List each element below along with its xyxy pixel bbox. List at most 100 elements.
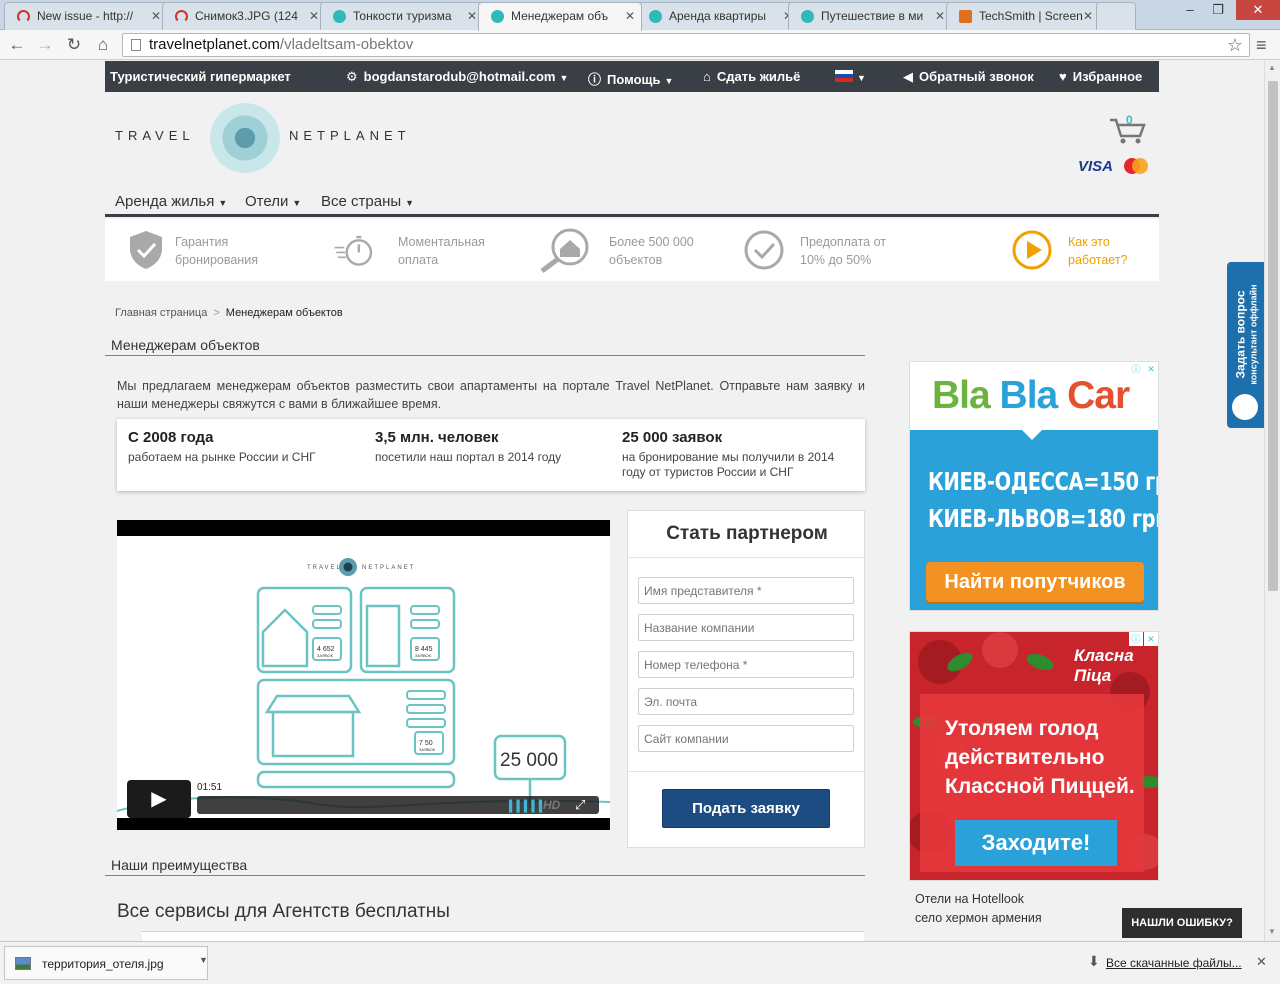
rent-out-label: Сдать жильё — [716, 69, 801, 84]
scroll-thumb[interactable] — [1268, 81, 1278, 591]
representative-name-input[interactable] — [638, 577, 854, 604]
close-icon[interactable]: ✕ — [1083, 3, 1093, 29]
page-scrollbar[interactable]: ▲ ▼ — [1264, 61, 1280, 941]
home-icon[interactable]: ⌂ — [92, 34, 114, 56]
browser-tab[interactable]: TechSmith | Screen ✕ — [946, 2, 1100, 30]
site-topbar: Туристический гипермаркет ⚙ bogdanstarodu… — [105, 61, 1159, 92]
video-progress-bar[interactable]: ▍▍▍▍▍ HD ⤢ — [197, 796, 599, 814]
window-close-icon[interactable]: ✕ — [1236, 0, 1280, 20]
nav-hotels[interactable]: Отели ▼ — [245, 193, 301, 210]
browser-tab[interactable]: Путешествие в ми ✕ — [788, 2, 952, 30]
advantages-title: Наши преимущества — [105, 857, 865, 876]
page-content: Туристический гипермаркет ⚙ bogdanstarodu… — [0, 61, 1264, 941]
language-selector[interactable]: ▼ — [835, 69, 866, 84]
cart-icon[interactable]: 0 — [1108, 113, 1152, 146]
close-icon[interactable]: ✕ — [625, 3, 635, 29]
logo-text-travel: TRAVEL — [115, 128, 195, 143]
video-logo-left: TRAVEL — [307, 565, 342, 571]
download-item[interactable]: территория_отеля.jpg ▼ — [4, 946, 208, 980]
close-icon[interactable]: ✕ — [309, 3, 319, 29]
stat-item: С 2008 года работаем на рынке России и С… — [128, 429, 363, 465]
close-icon[interactable]: ✕ — [935, 3, 945, 29]
address-bar[interactable]: travelnetplanet.com/vladeltsam-obektov ☆ — [122, 33, 1250, 57]
ad-slogan: Утоляем голод действительно Классной Пицце… — [945, 714, 1135, 801]
topbar-shop-title[interactable]: Туристический гипермаркет — [110, 69, 291, 84]
volume-icon[interactable]: ▍▍▍▍▍ — [509, 800, 547, 813]
report-error-button[interactable]: НАШЛИ ОШИБКУ? — [1122, 908, 1242, 938]
forward-icon[interactable]: → — [34, 34, 56, 56]
heart-icon: ♥ — [1059, 69, 1067, 84]
close-icon[interactable]: ✕ — [151, 3, 161, 29]
blablacar-ad[interactable]: ⓘ ✕ Bla Bla Car КИЕВ-ОДЕССА=150 грн. КИЕ… — [909, 361, 1159, 611]
video-count: 7 50 — [419, 740, 433, 747]
nav-all-countries[interactable]: Все страны ▼ — [321, 193, 414, 210]
new-tab-button[interactable] — [1096, 2, 1136, 30]
callback-label: Обратный звонок — [919, 69, 1034, 84]
chevron-down-icon[interactable]: ▼ — [199, 955, 208, 965]
pizza-logo: Класна Піца — [1074, 646, 1134, 686]
consult-line: консультант оффлайн — [1248, 284, 1259, 385]
chat-bubble-icon — [1232, 394, 1258, 420]
ad-close-icon[interactable]: ✕ — [1144, 362, 1158, 376]
consultant-tab[interactable]: Задать вопрос консультант оффлайн — [1227, 262, 1264, 428]
company-site-input[interactable] — [638, 725, 854, 752]
side-link[interactable]: село хермон армения — [915, 909, 1042, 928]
chevron-down-icon: ▼ — [857, 73, 866, 83]
feature-line: бронирования — [175, 253, 258, 267]
browser-tab[interactable]: New issue - http:// ✕ — [4, 2, 168, 30]
divider — [628, 557, 864, 558]
pizza-ad[interactable]: ⓘ ✕ Класна Піца Утоляем голод действительн… — [909, 631, 1159, 881]
maximize-icon[interactable]: ❐ — [1204, 0, 1232, 20]
video-logo-center-icon — [343, 562, 353, 572]
nav-rent-housing[interactable]: Аренда жилья ▼ — [115, 193, 227, 210]
browser-tab[interactable]: Тонкости туризма ✕ — [320, 2, 484, 30]
find-fellow-travellers-button[interactable]: Найти попутчиков — [926, 562, 1144, 602]
play-icon[interactable]: ▶ — [127, 780, 191, 818]
reload-icon[interactable]: ↻ — [63, 34, 85, 56]
minimize-icon[interactable]: – — [1176, 0, 1204, 20]
video-controls: ▶ 01:51 ▍▍▍▍▍ HD ⤢ — [127, 780, 601, 818]
help-menu[interactable]: ⓘ Помощь ▼ — [588, 69, 673, 88]
account-email: bogdanstarodub@hotmail.com — [363, 69, 556, 84]
browser-tab[interactable]: Аренда квартиры ✕ — [636, 2, 800, 30]
slogan-line: Классной Пиццей. — [945, 775, 1135, 798]
email-input[interactable] — [638, 688, 854, 715]
ad-info-icon[interactable]: ⓘ — [1129, 632, 1143, 646]
company-name-input[interactable] — [638, 614, 854, 641]
submit-application-button[interactable]: Подать заявку — [662, 789, 830, 828]
all-downloads-link[interactable]: Все скачанные файлы... — [1106, 956, 1242, 970]
pizza-visit-button[interactable]: Заходите! — [955, 820, 1117, 866]
ad-close-icon[interactable]: ✕ — [1144, 632, 1158, 646]
logo-word: Bla — [932, 374, 991, 417]
phone-input[interactable] — [638, 651, 854, 678]
rent-out-link[interactable]: ⌂ Сдать жильё — [703, 69, 800, 84]
close-icon[interactable]: ✕ — [1256, 954, 1267, 970]
browser-tab[interactable]: Снимок3.JPG (124 ✕ — [162, 2, 326, 30]
video-unit: ЗАЯВОК — [317, 653, 334, 658]
url-host: travelnetplanet.com — [149, 36, 280, 53]
browser-tab-active[interactable]: Менеджерам объ ✕ — [478, 2, 642, 31]
side-link[interactable]: Отели на Hotellook — [915, 890, 1042, 909]
tab-label: Тонкости туризма — [353, 9, 452, 23]
scroll-down-icon[interactable]: ▼ — [1268, 927, 1276, 936]
tab-label: TechSmith | Screen — [979, 9, 1083, 23]
logo-word: Bla — [999, 374, 1059, 417]
scroll-up-icon[interactable]: ▲ — [1268, 63, 1276, 72]
site-logo[interactable]: TRAVEL NETPLANET — [113, 101, 433, 181]
ad-info-icon[interactable]: ⓘ — [1129, 362, 1143, 376]
fullscreen-icon[interactable]: ⤢ — [575, 797, 585, 813]
chevron-down-icon: ▼ — [559, 73, 569, 83]
browser-menu-icon[interactable]: ≡ — [1256, 35, 1267, 55]
favorites-link[interactable]: ♥ Избранное — [1059, 69, 1142, 84]
promo-video[interactable]: TRAVEL NETPLANET 4 652 ЗАЯВОК 8 445 ЗАЯВ… — [117, 520, 610, 830]
close-icon[interactable]: ✕ — [467, 3, 477, 29]
hd-toggle[interactable]: HD — [543, 798, 560, 812]
feature-line: 10% до 50% — [800, 253, 872, 267]
account-menu[interactable]: ⚙ bogdanstarodub@hotmail.com ▼ — [346, 69, 568, 85]
breadcrumb-home-link[interactable]: Главная страница — [115, 307, 207, 319]
bookmark-star-icon[interactable]: ☆ — [1227, 34, 1243, 56]
divider — [628, 771, 864, 772]
back-icon[interactable]: ← — [6, 34, 28, 56]
callback-link[interactable]: ◀ Обратный звонок — [903, 69, 1034, 85]
stat-head: 25 000 заявок — [622, 429, 723, 446]
